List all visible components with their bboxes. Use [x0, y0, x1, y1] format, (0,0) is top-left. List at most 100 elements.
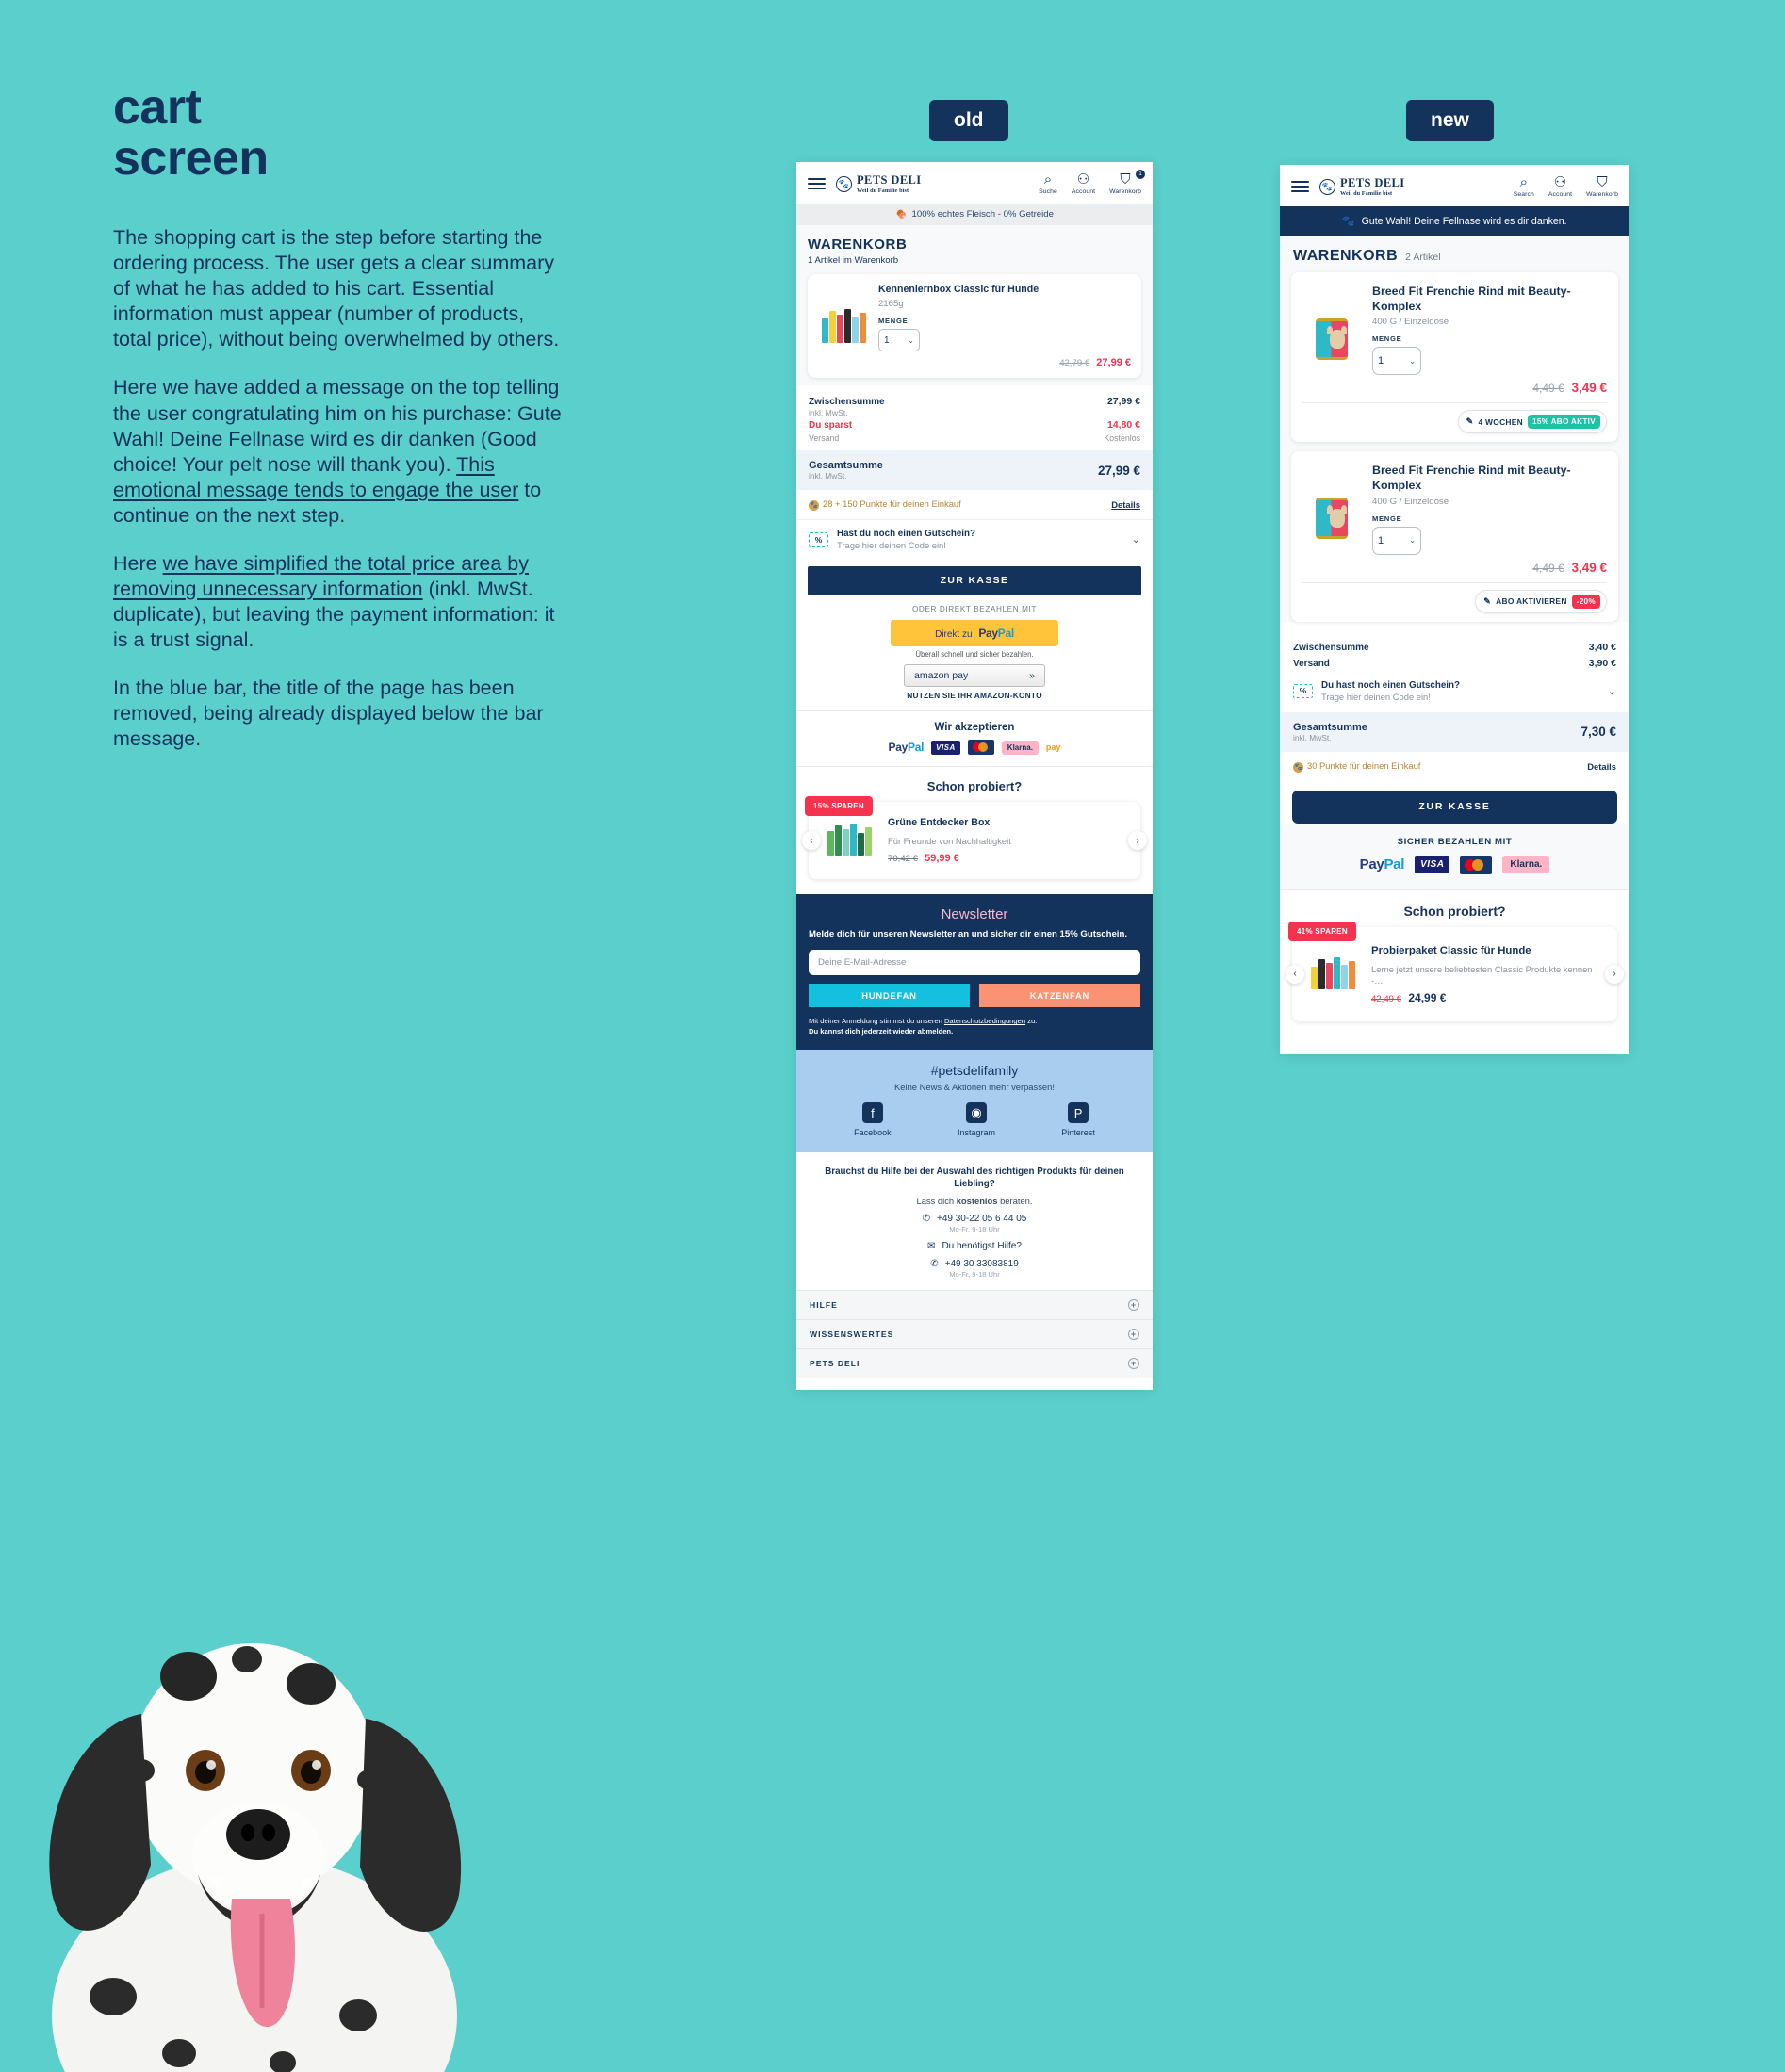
points-details-link[interactable]: Details: [1587, 761, 1616, 772]
paypal-express-button[interactable]: Direkt zu PayPal: [891, 620, 1058, 647]
shipping-value: Kostenlos: [1104, 433, 1140, 444]
cat-fan-button[interactable]: KATZENFAN: [979, 984, 1140, 1008]
old-cart-heading-block: WARENKORB 1 Artikel im Warenkorb: [796, 225, 1153, 269]
grand-total-value: 7,30 €: [1580, 725, 1616, 739]
recommended-product-card[interactable]: 41% SPAREN ‹ › Probierpaket Classic für …: [1286, 921, 1624, 1022]
page-title-line1: cart: [113, 80, 202, 135]
new-loyalty-points-row: 🐾 30 Punkte für deinen Einkauf Details: [1280, 752, 1629, 781]
paypal-logo: PayPal: [1359, 857, 1405, 873]
amazon-pay-button[interactable]: amazon pay »: [904, 664, 1045, 688]
green-boxes-illustration: [827, 824, 872, 857]
price-original: 4,49 €: [1532, 382, 1564, 396]
legal-part-b: zu.: [1025, 1017, 1038, 1026]
subscription-interval: 4 WOCHEN: [1478, 416, 1524, 427]
product-name[interactable]: Breed Fit Frenchie Rind mit Beauty-Kompl…: [1372, 284, 1607, 314]
quantity-select[interactable]: 1 ⌄: [878, 329, 920, 352]
product-price: 4,49 € 3,49 €: [1372, 381, 1607, 395]
help-email-text: Du benötigst Hilfe?: [942, 1240, 1022, 1251]
chevron-down-icon[interactable]: ⌄: [1608, 685, 1616, 697]
accordion-petsdeli[interactable]: PETS DELI +: [796, 1347, 1153, 1378]
p3-part-a: Here: [113, 551, 163, 575]
congrats-message-text: Gute Wahl! Deine Fellnase wird es dir da…: [1361, 216, 1567, 227]
legal-part-a: Mit deiner Anmeldung stimmst du unseren: [809, 1017, 944, 1026]
grand-total-label: Gesamtsumme: [809, 460, 883, 472]
brand-logo[interactable]: 🐾 PETS DELI Weil du Familie bist: [1319, 176, 1405, 197]
subtotal-tax-note: inkl. MwSt.: [809, 408, 848, 418]
cart-bag-icon: ⛉: [1597, 174, 1608, 190]
checkout-button[interactable]: ZUR KASSE: [1292, 790, 1617, 824]
help-phone-hours: Mo-Fr, 9-18 Uhr: [949, 1224, 1000, 1233]
recommended-product-card[interactable]: 15% SPAREN ‹ › Grüne Entdecker Box Für F…: [802, 796, 1147, 880]
subtotal-label: Zwischensumme: [1293, 642, 1369, 653]
account-button[interactable]: ⚇ Account: [1072, 172, 1095, 195]
paw-logo-icon: 🐾: [1319, 178, 1335, 195]
points-text: 28 + 150 Punkte für deinen Einkauf: [823, 498, 961, 510]
product-name[interactable]: Breed Fit Frenchie Rind mit Beauty-Kompl…: [1372, 463, 1607, 493]
paragraph-2: Here we have added a message on the top …: [113, 375, 565, 528]
coupon-subtitle: Trage hier deinen Code ein!: [1321, 691, 1431, 702]
points-details-link[interactable]: Details: [1111, 499, 1140, 510]
recommended-price-current: 59,99 €: [925, 852, 959, 864]
search-button[interactable]: ⌕ Search: [1514, 175, 1534, 198]
hamburger-menu-icon[interactable]: [808, 175, 826, 192]
recommended-product-price: 70,42 € 59,99 €: [888, 853, 1129, 864]
cart-button[interactable]: ⛉ Warenkorb: [1586, 175, 1618, 198]
carousel-next-button[interactable]: ›: [1128, 831, 1147, 851]
chevron-down-icon[interactable]: ⌄: [1132, 533, 1140, 546]
brand-tagline: Weil du Familie bist: [1340, 190, 1393, 197]
account-button[interactable]: ⚇ Account: [1548, 175, 1572, 198]
privacy-link[interactable]: Datenschutzbedingungen: [944, 1017, 1025, 1025]
points-text: 30 Punkte für deinen Einkauf: [1307, 759, 1421, 771]
subscription-pill[interactable]: ✎ 4 WOCHEN 15% ABO AKTIV: [1457, 410, 1607, 434]
dog-fan-button[interactable]: HUNDEFAN: [809, 984, 970, 1008]
newsletter-email-input[interactable]: Deine E-Mail-Adresse: [809, 950, 1140, 976]
hamburger-menu-icon[interactable]: [1291, 178, 1309, 195]
recommended-product-price: 42,49 € 24,99 €: [1371, 991, 1606, 1004]
shipping-label: Versand: [1293, 658, 1330, 669]
help-whatsapp-row[interactable]: ✆ +49 30 33083819: [811, 1259, 1138, 1269]
brand-logo[interactable]: 🐾 PETS DELI Weil du Familie bist: [836, 173, 922, 194]
dog-food-can-illustration: [1316, 498, 1348, 540]
paragraph-3: Here we have simplified the total price …: [113, 551, 565, 653]
new-coupon-row[interactable]: % Du hast noch einen Gutschein? Trage hi…: [1280, 675, 1629, 712]
recommended-price-original: 70,42 €: [888, 853, 919, 864]
secure-payment-section: SICHER BEZAHLEN MIT PayPal VISA Klarna.: [1280, 823, 1629, 889]
quantity-select[interactable]: 1 ⌄: [1372, 347, 1421, 376]
carousel-next-button[interactable]: ›: [1605, 964, 1624, 984]
cart-title: WARENKORB: [1293, 248, 1399, 264]
recommended-price-current: 24,99 €: [1408, 991, 1447, 1005]
cart-button[interactable]: ⛉ 1 Warenkorb: [1109, 170, 1145, 195]
carousel-prev-button[interactable]: ‹: [1286, 964, 1304, 984]
quantity-value: 1: [1378, 534, 1384, 547]
subscription-activate-label: ABO AKTIVIEREN: [1496, 596, 1567, 606]
accordion-hilfe[interactable]: HILFE +: [796, 1289, 1153, 1319]
dalmatian-dog-photo: [0, 1488, 528, 2072]
payment-logos: PayPal VISA Klarna. pay: [796, 740, 1153, 756]
social-link-facebook[interactable]: f Facebook: [854, 1102, 892, 1137]
visa-logo: VISA: [1415, 856, 1450, 873]
product-name[interactable]: Kennenlernbox Classic für Hunde: [878, 284, 1131, 296]
help-phone-row[interactable]: ✆ +49 30-22 05 6 44 05: [811, 1214, 1138, 1224]
recommended-product-name: Grüne Entdecker Box: [888, 817, 991, 829]
search-button[interactable]: ⌕ Suche: [1039, 172, 1057, 195]
page-title: cart screen: [113, 80, 584, 186]
recommended-product-desc: Lerne jetzt unsere beliebtesten Classic …: [1371, 963, 1593, 986]
checkout-button[interactable]: ZUR KASSE: [808, 566, 1141, 596]
help-whatsapp-number: +49 30 33083819: [944, 1258, 1019, 1269]
subscription-pill[interactable]: ✎ ABO AKTIVIEREN -20%: [1475, 589, 1607, 613]
page-title-line2: screen: [113, 130, 269, 186]
accordion-wissenswertes[interactable]: WISSENSWERTES +: [796, 1318, 1153, 1348]
help-email-row[interactable]: ✉ Du benötigst Hilfe?: [811, 1241, 1138, 1251]
carousel-prev-button[interactable]: ‹: [802, 831, 821, 851]
social-link-pinterest[interactable]: P Pinterest: [1061, 1102, 1095, 1137]
account-label: Account: [1071, 188, 1096, 195]
intro-column: cart screen The shopping cart is the ste…: [113, 80, 584, 775]
grand-total-value: 27,99 €: [1097, 463, 1140, 478]
quantity-select[interactable]: 1 ⌄: [1372, 526, 1421, 555]
shipping-row: Versand 3,90 €: [1293, 658, 1616, 669]
quantity-value: 1: [1378, 355, 1384, 367]
grand-total-note: inkl. MwSt.: [1293, 732, 1332, 742]
savings-label: Du sparst: [809, 420, 853, 432]
social-link-instagram[interactable]: ◉ Instagram: [958, 1102, 995, 1137]
old-coupon-row[interactable]: % Hast du noch einen Gutschein? Trage hi…: [796, 519, 1153, 559]
